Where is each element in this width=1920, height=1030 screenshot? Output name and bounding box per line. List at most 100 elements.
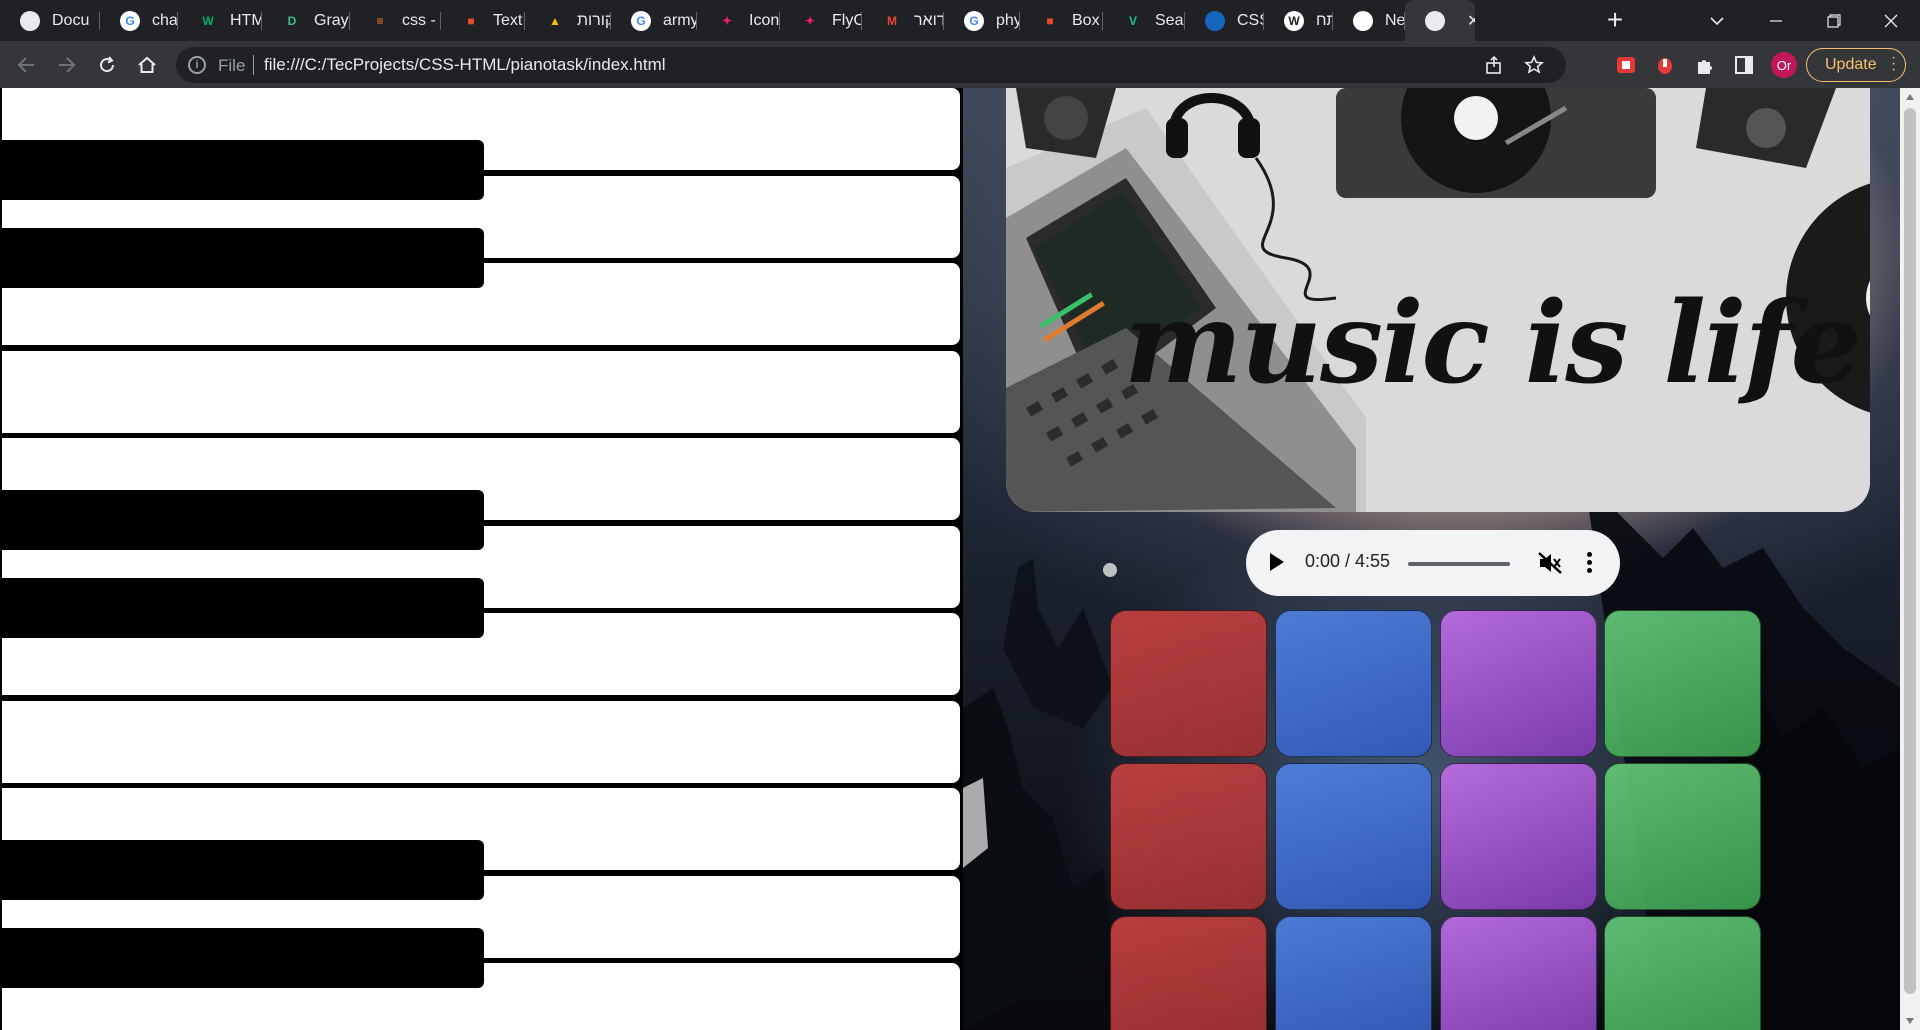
tab-title: css - xyxy=(402,11,436,29)
tab-13[interactable]: ■ Box S xyxy=(1020,0,1103,41)
tab-title: Searc xyxy=(1155,11,1185,29)
music-panel: music is life 0:00 / 4:55 xyxy=(963,88,1900,1030)
drum-pad-purple[interactable] xyxy=(1440,763,1597,910)
update-button[interactable]: Update · · · xyxy=(1806,48,1906,82)
drum-pad-blue[interactable] xyxy=(1275,916,1432,1030)
piano-black-key[interactable] xyxy=(0,928,484,988)
tab-8[interactable]: Garmy xyxy=(611,0,697,41)
home-icon xyxy=(138,56,156,73)
side-panel-icon[interactable] xyxy=(1733,54,1755,76)
tab-5[interactable]: ≡ css - xyxy=(350,0,441,41)
tab-14[interactable]: V Searc xyxy=(1103,0,1185,41)
gmail-icon: M xyxy=(887,13,897,28)
scroll-down-arrow-icon[interactable] xyxy=(1906,1018,1914,1024)
tab-18[interactable]: W✕ xyxy=(1405,0,1475,41)
close-window-button[interactable] xyxy=(1862,0,1920,41)
share-icon[interactable] xyxy=(1484,55,1504,75)
restore-button[interactable] xyxy=(1805,0,1863,41)
drum-pad-blue[interactable] xyxy=(1275,610,1432,757)
music-banner: music is life xyxy=(1006,88,1870,512)
box-icon: ■ xyxy=(1046,13,1054,28)
drum-pad-purple[interactable] xyxy=(1440,916,1597,1030)
piano-black-key[interactable] xyxy=(0,228,484,288)
menu-dots-icon[interactable]: · · · xyxy=(1891,50,1896,78)
url-divider xyxy=(253,55,254,75)
tab-title: Box S xyxy=(1072,11,1103,29)
tab-title: New xyxy=(1385,11,1405,29)
tab-7[interactable]: ▲ קורות xyxy=(525,0,611,41)
audio-progress-track[interactable] xyxy=(1408,562,1510,566)
tab-title: דואר xyxy=(914,11,944,29)
audio-time: 0:00 / 4:55 xyxy=(1305,551,1391,571)
bookmark-star-icon[interactable] xyxy=(1524,55,1544,75)
tab-title: chang xyxy=(152,11,178,29)
url-scheme: File xyxy=(218,56,246,75)
piano-black-key[interactable] xyxy=(0,490,484,550)
piano-white-key[interactable] xyxy=(0,348,962,435)
extensions-puzzle-icon[interactable] xyxy=(1694,54,1716,76)
tab-11[interactable]: M דואר xyxy=(862,0,944,41)
tab-15[interactable]: CSS G xyxy=(1185,0,1264,41)
info-icon[interactable]: i xyxy=(188,56,206,74)
tab-search-button[interactable] xyxy=(1688,0,1746,41)
drum-pad-green[interactable] xyxy=(1604,916,1761,1030)
audio-player[interactable]: 0:00 / 4:55 xyxy=(1246,530,1620,596)
drum-pad-blue[interactable] xyxy=(1275,763,1432,910)
scroll-thumb[interactable] xyxy=(1904,108,1916,994)
vuetify-icon: V xyxy=(1128,13,1137,28)
tab-3[interactable]: W HTML xyxy=(178,0,262,41)
browser-toolbar: i File file:///C:/TecProjects/CSS-HTML/p… xyxy=(0,41,1920,88)
tab-2[interactable]: Gchang xyxy=(100,0,178,41)
minimize-icon xyxy=(1770,19,1782,22)
stackoverflow-icon: ≡ xyxy=(376,13,384,28)
tab-title: Docu xyxy=(52,11,90,29)
tab-17[interactable]: New xyxy=(1333,0,1405,41)
more-options-icon[interactable] xyxy=(1586,550,1592,576)
chrome-icon xyxy=(1353,10,1373,31)
bird-icon: ✦ xyxy=(804,13,816,28)
piano-black-key[interactable] xyxy=(0,140,484,200)
minimize-button[interactable] xyxy=(1747,0,1805,41)
mute-icon[interactable] xyxy=(1538,552,1562,574)
home-button[interactable] xyxy=(131,49,163,81)
page-viewport: music is life 0:00 / 4:55 xyxy=(0,88,1920,1030)
piano-white-key[interactable] xyxy=(0,698,962,785)
tab-title: Icon E xyxy=(749,11,780,29)
piano-black-key[interactable] xyxy=(0,840,484,900)
google-icon: G xyxy=(964,10,984,31)
vertical-scrollbar[interactable] xyxy=(1900,88,1920,1030)
drum-pad-green[interactable] xyxy=(1604,763,1761,910)
url-text[interactable]: file:///C:/TecProjects/CSS-HTML/pianotas… xyxy=(264,55,666,75)
drum-pad-green[interactable] xyxy=(1604,610,1761,757)
drum-pad-purple[interactable] xyxy=(1440,610,1597,757)
tab-9[interactable]: ✦ Icon E xyxy=(697,0,780,41)
piano-black-key[interactable] xyxy=(0,578,484,638)
tab-1[interactable]: Docu xyxy=(0,0,100,41)
tab-10[interactable]: ✦ FlyCli xyxy=(780,0,862,41)
tab-title: קורות xyxy=(577,11,611,29)
restore-icon xyxy=(1827,13,1841,28)
tab-4[interactable]: D Gray xyxy=(262,0,350,41)
drum-pad-red[interactable] xyxy=(1110,916,1267,1030)
play-icon[interactable] xyxy=(1270,553,1284,571)
tab-16[interactable]: W פז תח xyxy=(1264,0,1333,41)
reload-button[interactable] xyxy=(91,49,123,81)
scroll-up-arrow-icon[interactable] xyxy=(1906,94,1914,100)
drum-pad-red[interactable] xyxy=(1110,763,1267,910)
drum-pad-red[interactable] xyxy=(1110,610,1267,757)
new-tab-button[interactable]: + xyxy=(1598,4,1632,38)
tab-12[interactable]: Gphysi xyxy=(944,0,1020,41)
forward-button[interactable] xyxy=(51,49,83,81)
profile-avatar[interactable]: Or xyxy=(1771,52,1797,78)
extension-hand-icon[interactable] xyxy=(1654,54,1676,76)
tab-title: FlyCli xyxy=(832,11,862,29)
extension-red-icon[interactable] xyxy=(1615,54,1637,76)
arrow-right-icon xyxy=(59,57,76,73)
tab-6[interactable]: ■ Text S xyxy=(441,0,525,41)
tab-title: HTML xyxy=(230,11,262,29)
address-bar[interactable]: i File file:///C:/TecProjects/CSS-HTML/p… xyxy=(176,47,1566,83)
arrow-left-icon xyxy=(17,57,34,73)
tab-close-icon[interactable]: ✕ xyxy=(1467,11,1475,31)
tab-title: Gray xyxy=(314,11,349,29)
back-button[interactable] xyxy=(10,49,42,81)
